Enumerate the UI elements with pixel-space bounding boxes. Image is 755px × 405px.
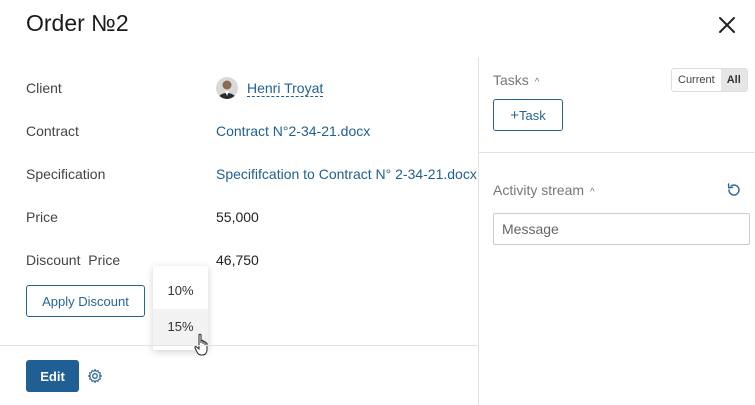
specification-link[interactable]: Specififcation to Contract N° 2-34-21.do… [216, 166, 477, 182]
caret-up-icon: ^ [534, 77, 540, 88]
activity-header[interactable]: Activity stream ^ [493, 182, 595, 198]
tasks-title: Tasks [493, 72, 529, 88]
field-discount-price: Discount Price 46,750 [26, 252, 476, 272]
plus-icon: + [510, 106, 520, 124]
client-link[interactable]: Henri Troyat [247, 80, 324, 97]
specification-label: Specification [26, 166, 106, 182]
contract-link[interactable]: Contract N°2-34-21.docx [216, 123, 370, 139]
contract-label: Contract [26, 123, 79, 139]
dropdown-option-10[interactable]: 10% [153, 273, 208, 309]
price-label: Price [26, 209, 58, 225]
field-specification: Specification Specififcation to Contract… [26, 166, 477, 186]
task-button-label: Task [519, 107, 546, 123]
pane-divider [478, 57, 479, 405]
price-value: 55,000 [216, 209, 259, 225]
tasks-filter: Current All [671, 68, 748, 92]
filter-all[interactable]: All [720, 69, 747, 91]
refresh-icon[interactable] [726, 182, 742, 198]
tasks-header[interactable]: Tasks ^ [493, 72, 540, 88]
filter-current[interactable]: Current [672, 69, 721, 91]
edit-button[interactable]: Edit [26, 360, 79, 392]
field-client: Client Henri Troyat [26, 77, 476, 100]
caret-up-icon: ^ [590, 187, 595, 198]
avatar [216, 77, 238, 99]
message-input[interactable] [493, 213, 750, 245]
tasks-divider [479, 152, 755, 153]
apply-discount-button[interactable]: Apply Discount [26, 285, 145, 317]
order-details-pane [0, 57, 478, 405]
add-task-button[interactable]: +Task [493, 99, 563, 131]
gear-icon[interactable] [87, 368, 103, 384]
footer-divider [0, 345, 478, 346]
discount-price-value: 46,750 [216, 252, 259, 268]
discount-price-label: Discount Price [26, 252, 121, 268]
page-title: Order №2 [26, 10, 129, 36]
field-price: Price 55,000 [26, 209, 476, 229]
client-label: Client [26, 80, 62, 96]
close-icon[interactable] [716, 14, 738, 36]
activity-title: Activity stream [493, 182, 585, 198]
field-contract: Contract Contract N°2-34-21.docx [26, 123, 476, 143]
